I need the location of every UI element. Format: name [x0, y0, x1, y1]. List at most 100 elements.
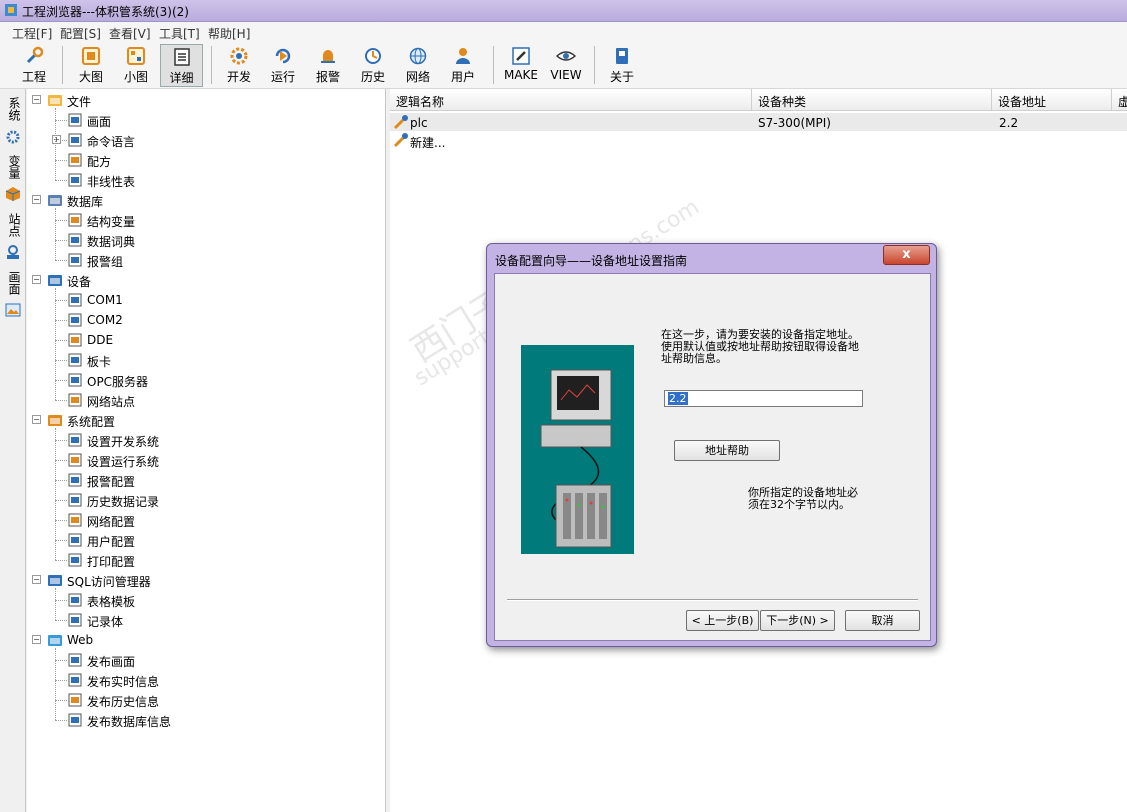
tree-connector	[55, 340, 67, 341]
dialog-title: 设备配置向导——设备地址设置指南	[495, 254, 688, 268]
toolbar-separator	[62, 46, 63, 84]
toolbar-small-icons-button[interactable]: 小图	[116, 44, 156, 87]
menu-view[interactable]: 查看[V]	[109, 25, 151, 42]
about-book-icon	[616, 48, 628, 64]
toolbar-user-button[interactable]: 用户	[443, 44, 483, 87]
tree-item-label: 设置开发系统	[87, 435, 160, 449]
expand-icon[interactable]: +	[52, 135, 61, 144]
network-station-icon	[68, 393, 82, 407]
collapse-icon[interactable]: −	[32, 635, 41, 644]
table-row[interactable]: 新建...	[390, 131, 1127, 150]
serial-port-icon	[68, 313, 82, 327]
table-row[interactable]: plc S7-300(MPI) 2.2	[390, 113, 1127, 131]
toolbar-label: 运行	[270, 70, 295, 84]
collapse-icon[interactable]: −	[32, 95, 41, 104]
tree-connector	[55, 440, 67, 441]
tree-item-label: 设备	[67, 275, 92, 289]
dialog-close-button[interactable]: x	[883, 245, 930, 265]
tree-connector	[55, 540, 67, 541]
tree-connector	[55, 620, 67, 621]
history-clock-icon	[365, 48, 381, 64]
tree-connector	[55, 240, 67, 241]
publish-picture-icon	[68, 653, 82, 667]
tree-item-label: 设置运行系统	[87, 455, 160, 469]
row-type: S7-300(MPI)	[758, 116, 831, 130]
side-tab-pictures[interactable]: 画面	[3, 271, 23, 295]
column-header-device-address[interactable]: 设备地址	[992, 89, 1112, 111]
menu-help[interactable]: 帮助[H]	[208, 25, 250, 42]
toolbar-develop-button[interactable]: 开发	[219, 44, 259, 87]
tree-connector	[55, 560, 67, 561]
address-help-button[interactable]: 地址帮助	[674, 440, 780, 461]
toolbar-project-button[interactable]: 工程	[14, 44, 54, 87]
toolbar-alarm-button[interactable]: 报警	[308, 44, 348, 87]
tree-connector	[55, 660, 67, 661]
toolbar-separator	[493, 46, 494, 84]
toolbar-about-button[interactable]: 关于	[602, 44, 642, 87]
publish-history-icon	[68, 693, 82, 707]
menu-tools[interactable]: 工具[T]	[159, 25, 200, 42]
toolbar-network-button[interactable]: 网络	[398, 44, 438, 87]
collapse-icon[interactable]: −	[32, 195, 41, 204]
column-header-logical-name[interactable]: 逻辑名称	[390, 89, 752, 111]
make-edit-icon	[512, 47, 530, 65]
tree-item-label: 打印配置	[87, 555, 136, 569]
toolbar-history-button[interactable]: 历史	[353, 44, 393, 87]
details-icon	[173, 48, 190, 66]
tree-item-label: 网络站点	[87, 395, 136, 409]
toolbar-separator	[594, 46, 595, 84]
collapse-icon[interactable]: −	[32, 415, 41, 424]
project-tree: − 文件 画面 + 命令语言 配方 非线性表 − 数据库 结构变量 数据词典 报警组 − 设备 COM1 CO…	[27, 89, 386, 812]
tree-item-label: 画面	[87, 115, 112, 129]
note-line: 须在32个字节以内。	[748, 498, 850, 511]
collapse-icon[interactable]: −	[32, 275, 41, 284]
menu-config[interactable]: 配置[S]	[60, 25, 101, 42]
opc-server-icon	[68, 373, 82, 387]
row-name: plc	[410, 116, 428, 130]
publish-database-icon	[68, 713, 82, 727]
toolbar-details-button[interactable]: 详细	[160, 44, 203, 87]
data-dictionary-icon	[68, 233, 82, 247]
tree-item-label: 数据库	[67, 195, 104, 209]
previous-button[interactable]: < 上一步(B)	[686, 610, 759, 631]
toolbar-make-button[interactable]: MAKE	[500, 44, 542, 87]
tree-connector	[55, 120, 67, 121]
column-header-virtual[interactable]: 虚	[1112, 89, 1127, 111]
window-title: 工程浏览器---体积管系统(3)(2)	[22, 5, 189, 19]
view-eye-icon	[556, 51, 576, 61]
toolbar-label: 小图	[123, 70, 148, 84]
cancel-button[interactable]: 取消	[845, 610, 920, 631]
next-button[interactable]: 下一步(N) >	[760, 610, 835, 631]
tree-item-label: 网络配置	[87, 515, 136, 529]
network-globe-icon	[409, 47, 427, 65]
app-icon	[5, 4, 17, 16]
tree-item-label: 用户配置	[87, 535, 136, 549]
column-header-device-type[interactable]: 设备种类	[752, 89, 992, 111]
device-address-input[interactable]: 2.2	[664, 390, 863, 407]
menu-bar: 工程[F] 配置[S] 查看[V] 工具[T] 帮助[H]	[0, 22, 1127, 42]
toolbar-large-icons-button[interactable]: 大图	[71, 44, 111, 87]
row-address: 2.2	[999, 116, 1019, 130]
network-globe-icon	[68, 513, 82, 527]
alarm-group-icon	[68, 253, 82, 267]
run-icon	[275, 48, 291, 64]
serial-device-icon	[393, 133, 408, 148]
side-tab-variables[interactable]: 变量	[3, 155, 23, 179]
tree-connector	[55, 720, 67, 721]
tree-connector	[55, 320, 67, 321]
alarm-bell-icon	[321, 50, 335, 63]
tree-item-label: COM1	[87, 293, 123, 307]
database-icon	[48, 195, 62, 206]
web-icon	[48, 635, 62, 646]
tree-connector	[55, 208, 56, 260]
menu-project[interactable]: 工程[F]	[12, 25, 52, 42]
collapse-icon[interactable]: −	[32, 575, 41, 584]
side-tab-stations[interactable]: 站点	[3, 213, 23, 237]
toolbar-run-button[interactable]: 运行	[263, 44, 303, 87]
toolbar-view-button[interactable]: VIEW	[545, 44, 587, 87]
side-tab-system[interactable]: 系统	[3, 97, 23, 121]
tree-connector	[55, 260, 67, 261]
tree-connector	[55, 380, 67, 381]
board-card-icon	[68, 353, 82, 367]
dialog-body: 在这一步，请为要安装的设备指定地址。 使用默认值或按地址帮助按钮取得设备地 址帮…	[494, 273, 931, 641]
